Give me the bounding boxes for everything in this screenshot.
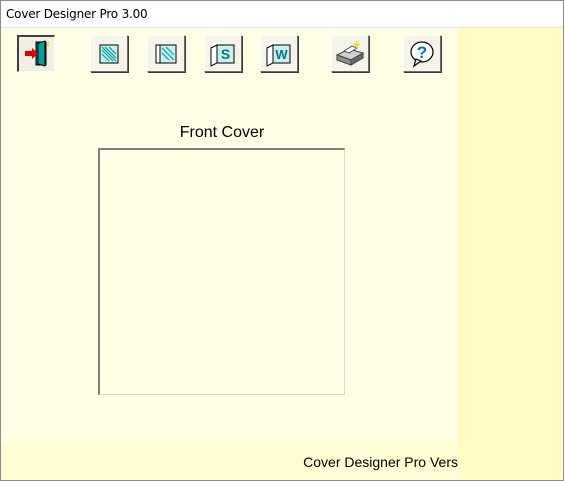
help-question-icon: ? bbox=[410, 40, 434, 67]
print-button[interactable] bbox=[331, 35, 369, 72]
svg-text:S: S bbox=[221, 46, 230, 62]
status-bar: Cover Designer Pro Vers bbox=[1, 442, 458, 480]
s-fold-button[interactable]: S bbox=[204, 35, 242, 72]
front-cover-preview[interactable] bbox=[98, 148, 345, 395]
status-text: Cover Designer Pro Vers bbox=[303, 454, 458, 470]
w-fold-cover-icon: W bbox=[266, 43, 291, 67]
s-fold-cover-icon: S bbox=[210, 43, 235, 67]
single-cover-icon bbox=[99, 44, 119, 63]
window-title: Cover Designer Pro 3.00 bbox=[6, 7, 148, 21]
w-fold-button[interactable]: W bbox=[260, 35, 298, 72]
svg-text:?: ? bbox=[417, 43, 427, 62]
double-cover-button[interactable] bbox=[147, 35, 185, 72]
client-area: S W ? Front Cover Cover Designer Pro Ver… bbox=[1, 28, 563, 480]
right-side-panel bbox=[458, 28, 563, 480]
printer-icon bbox=[335, 40, 365, 66]
svg-text:W: W bbox=[275, 47, 288, 62]
app-window: Cover Designer Pro 3.00 S W ? Front Cove… bbox=[0, 0, 564, 481]
single-cover-button[interactable] bbox=[90, 35, 128, 72]
exit-door-icon bbox=[24, 40, 49, 67]
main-panel: S W ? Front Cover bbox=[1, 28, 458, 442]
preview-caption: Front Cover bbox=[179, 124, 265, 141]
help-button[interactable]: ? bbox=[403, 35, 441, 72]
title-bar[interactable]: Cover Designer Pro 3.00 bbox=[1, 1, 563, 28]
exit-button[interactable] bbox=[17, 35, 55, 72]
double-cover-icon bbox=[155, 44, 177, 63]
